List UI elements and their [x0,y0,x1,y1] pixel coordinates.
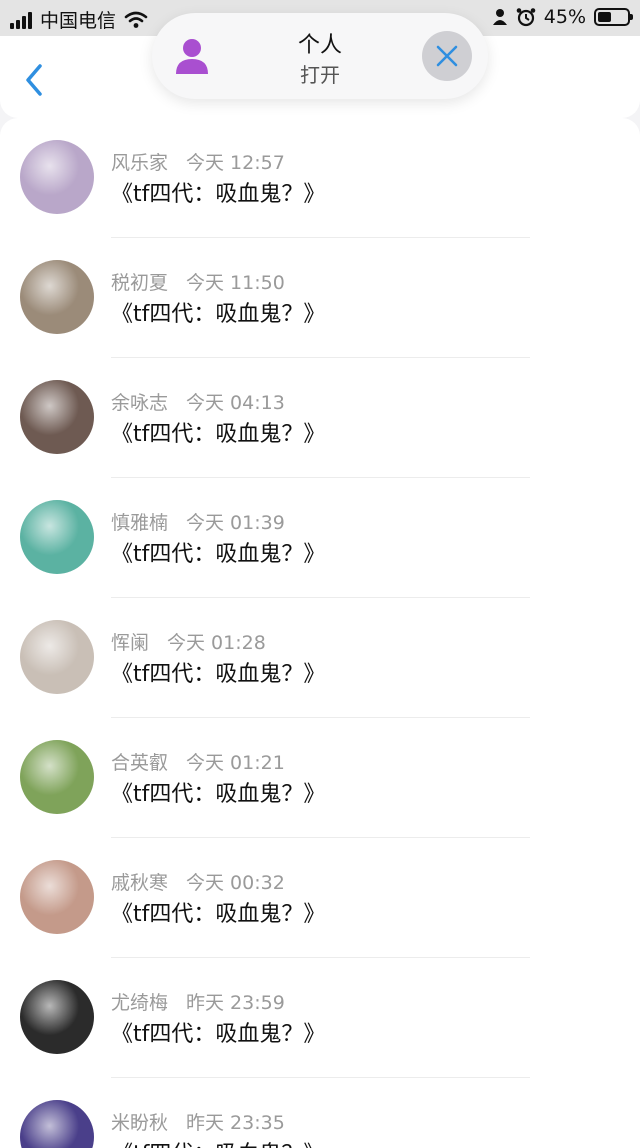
alarm-icon [516,8,536,27]
profile-pill[interactable]: 个人 打开 [152,13,488,99]
list-item[interactable]: 米盼秋昨天 23:35 《tf四代：吸血鬼？》 [0,1078,640,1148]
list-item[interactable]: 恽阑 今天 01:28 《tf四代：吸血鬼？》 [0,598,640,718]
message-time: 今天 01:39 [186,512,285,534]
avatar[interactable] [20,140,94,214]
wifi-icon [124,11,148,28]
message-text: 《tf四代：吸血鬼？》 [111,302,326,327]
list-item[interactable]: 合英叡 今天 01:21 《tf四代：吸血鬼？》 [0,718,640,838]
avatar[interactable] [20,740,94,814]
battery-percent: 45% [543,6,586,28]
message-time: 今天 11:50 [186,272,285,294]
carrier-label: 中国电信 [40,10,117,32]
battery-icon [594,8,633,26]
message-text: 《tf四代：吸血鬼？》 [111,542,326,567]
avatar[interactable] [20,380,94,454]
message-time: 今天 00:32 [186,872,285,894]
message-text: 《tf四代：吸血鬼？》 [111,902,326,927]
list-item[interactable]: 风乐家 今天 12:57 《tf四代：吸血鬼？》 [0,118,640,238]
close-icon [436,45,458,67]
sender-name: 风乐家 [111,152,169,174]
sender-name: 恽阑 [111,632,150,654]
avatar[interactable] [20,500,94,574]
message-time: 今天 12:57 [186,152,285,174]
message-text: 《tf四代：吸血鬼？》 [111,782,326,807]
message-time: 昨天 23:59 [186,992,285,1014]
sender-name: 尤绮梅 [111,992,169,1014]
message-text: 《tf四代：吸血鬼？》 [111,182,326,207]
avatar[interactable] [20,980,94,1054]
message-time: 今天 04:13 [186,392,285,414]
list-item[interactable]: 余咏志 今天 04:13 《tf四代：吸血鬼？》 [0,358,640,478]
close-button[interactable] [422,31,472,81]
battery-fill [598,12,611,22]
signal-icon [10,11,32,29]
list-item[interactable]: 税初夏 今天 11:50 《tf四代：吸血鬼？》 [0,238,640,358]
avatar[interactable] [20,860,94,934]
back-button[interactable] [20,60,50,100]
message-time: 昨天 23:35 [186,1112,285,1134]
message-time: 今天 01:28 [167,632,266,654]
sender-name: 税初夏 [111,272,169,294]
sender-name: 慎雅楠 [111,512,169,534]
avatar[interactable] [20,620,94,694]
sender-name: 米盼秋 [111,1112,169,1134]
message-text: 《tf四代：吸血鬼？》 [111,422,326,447]
sender-name: 余咏志 [111,392,169,414]
list-item[interactable]: 慎雅楠 今天 01:39 《tf四代：吸血鬼？》 [0,478,640,598]
message-text: 《tf四代：吸血鬼？》 [111,1136,325,1148]
message-time: 今天 01:21 [186,752,285,774]
avatar[interactable] [20,260,94,334]
message-list: 风乐家 今天 12:57 《tf四代：吸血鬼？》 税初夏 今天 11:50 《tf四代：吸… [0,118,640,1148]
message-text: 《tf四代：吸血鬼？》 [111,1022,326,1047]
person-icon [492,9,507,25]
message-text: 《tf四代：吸血鬼？》 [111,662,326,687]
list-item[interactable]: 戚秋寒 今天 00:32 《tf四代：吸血鬼？》 [0,838,640,958]
sender-name: 戚秋寒 [111,872,169,894]
sender-name: 合英叡 [111,752,169,774]
list-item[interactable]: 尤绮梅 昨天 23:59 《tf四代：吸血鬼？》 [0,958,640,1078]
